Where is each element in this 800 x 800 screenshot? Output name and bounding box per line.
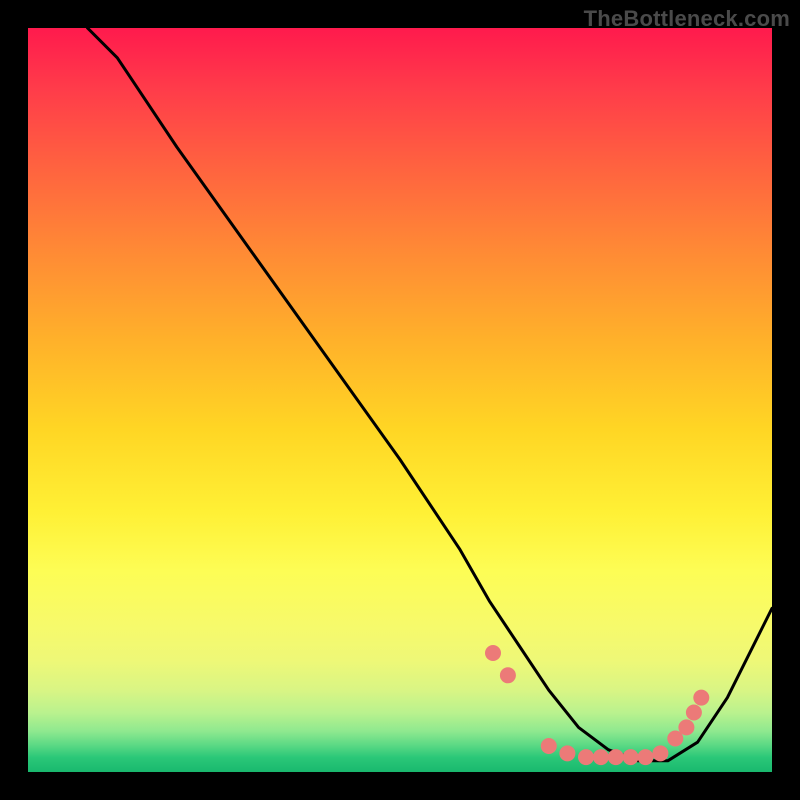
- data-point-marker: [638, 749, 654, 765]
- data-point-marker: [485, 645, 501, 661]
- data-point-marker: [693, 690, 709, 706]
- data-point-marker: [623, 749, 639, 765]
- bottleneck-curve: [88, 28, 773, 761]
- data-point-marker: [593, 749, 609, 765]
- data-point-markers: [485, 645, 709, 765]
- data-point-marker: [559, 745, 575, 761]
- data-point-marker: [541, 738, 557, 754]
- data-point-marker: [686, 705, 702, 721]
- data-point-marker: [608, 749, 624, 765]
- data-point-marker: [578, 749, 594, 765]
- watermark-text: TheBottleneck.com: [584, 6, 790, 32]
- chart-stage: TheBottleneck.com: [0, 0, 800, 800]
- chart-overlay-svg: [28, 28, 772, 772]
- data-point-marker: [678, 719, 694, 735]
- data-point-marker: [652, 745, 668, 761]
- data-point-marker: [500, 667, 516, 683]
